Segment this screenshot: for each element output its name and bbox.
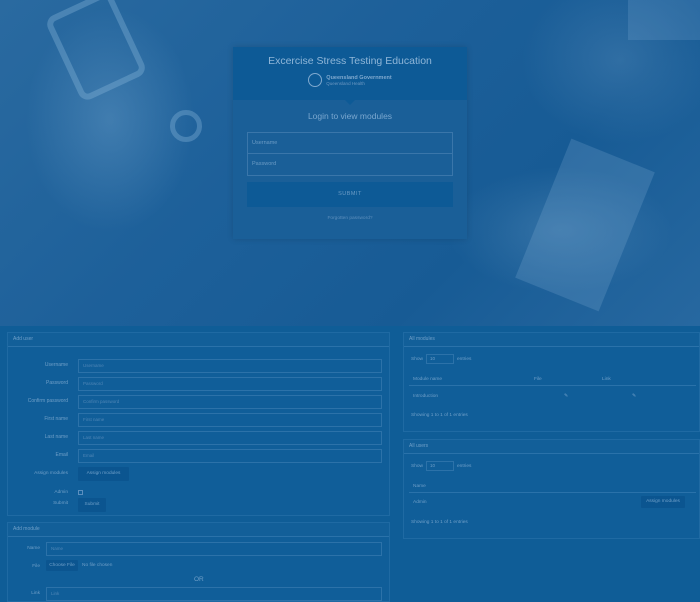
modules-entries-label: entries [457,357,472,362]
users-table-info: Showing 1 to 1 of 1 entries [411,520,468,525]
background-photo-shape [43,0,149,103]
all-modules-header: All modules [404,333,699,347]
module-link-label: Link [31,591,40,596]
first-name-label: First name [44,416,68,422]
email-label: Email [55,452,68,458]
first-name-field[interactable]: First name [78,413,382,427]
all-modules-panel: All modules Show 10 entries Module name … [403,332,700,432]
edit-icon[interactable]: ✎ [564,394,568,399]
delete-icon[interactable]: ✎ [632,394,636,399]
username-label: Username [44,362,68,368]
admin-checkbox[interactable] [78,490,83,495]
module-name-label: Name [27,546,40,551]
username-input[interactable]: Username [248,133,452,154]
module-row-name: Introduction [413,394,439,399]
admin-area: Add user Username Username Password Pass… [0,326,700,602]
last-name-field[interactable]: Last name [78,431,382,445]
users-page-size-select[interactable]: 10 [426,461,454,471]
all-users-panel: All users Show 10 entries Name Admin Ass… [403,439,700,539]
app-title: Excercise Stress Testing Education [268,55,432,67]
col-file[interactable]: File [534,377,542,382]
col-user-name[interactable]: Name [413,484,426,489]
crest-icon [308,73,323,87]
add-module-panel: Add module Name Name File Choose File No… [7,522,390,602]
user-assign-modules-button[interactable]: Assign modules [641,496,685,508]
login-header: Excercise Stress Testing Education Queen… [233,47,467,105]
table-header-divider [409,385,696,386]
module-file-label: File [32,564,40,569]
modules-table-info: Showing 1 to 1 of 1 entries [411,413,468,418]
email-field[interactable]: Email [78,449,382,463]
background-photo-shape [515,138,655,312]
admin-label: Admin [54,490,68,495]
background-photo-shape [170,110,202,142]
assign-modules-label: Assign modules [34,471,68,476]
col-link[interactable]: Link [602,377,611,382]
password-field[interactable]: Password [78,377,382,391]
add-user-panel: Add user Username Username Password Pass… [7,332,390,516]
users-show-label: Show [411,464,423,469]
password-label: Password [46,380,68,386]
modules-show-label: Show [411,357,423,362]
hero-background: Excercise Stress Testing Education Queen… [0,0,700,326]
submit-label: Submit [53,501,68,506]
username-field[interactable]: Username [78,359,382,373]
background-photo-shape [628,0,700,40]
users-header-divider [409,492,696,493]
confirm-password-label: Confirm password [27,398,68,404]
login-card: Excercise Stress Testing Education Queen… [233,47,467,239]
users-entries-label: entries [457,464,472,469]
add-module-header: Add module [8,523,389,537]
add-user-submit-button[interactable]: Submit [78,498,106,512]
assign-modules-button[interactable]: Assign modules [78,467,129,481]
col-module-name[interactable]: Module name [413,377,442,382]
add-user-header: Add user [8,333,389,347]
modules-page-size-select[interactable]: 10 [426,354,454,364]
all-users-header: All users [404,440,699,454]
logo-line2: Queensland Health [326,80,365,86]
government-logo: Queensland Government Queensland Health [308,73,392,87]
module-name-field[interactable]: Name [46,542,382,556]
user-row-name: Admin [413,500,427,505]
login-submit-button[interactable]: SUBMIT [247,182,453,207]
last-name-label: Last name [44,434,68,440]
choose-file-button[interactable]: Choose File [46,560,78,571]
no-file-text: No file chosen [82,563,113,568]
forgot-password-link[interactable]: Forgotten password? [233,216,467,221]
password-input[interactable]: Password [248,154,452,175]
or-divider: OR [194,576,204,583]
module-link-field[interactable]: Link [46,587,382,601]
login-subtitle: Login to view modules [307,111,393,121]
login-fields: Username Password [247,132,453,176]
confirm-password-field[interactable]: Confirm password [78,395,382,409]
